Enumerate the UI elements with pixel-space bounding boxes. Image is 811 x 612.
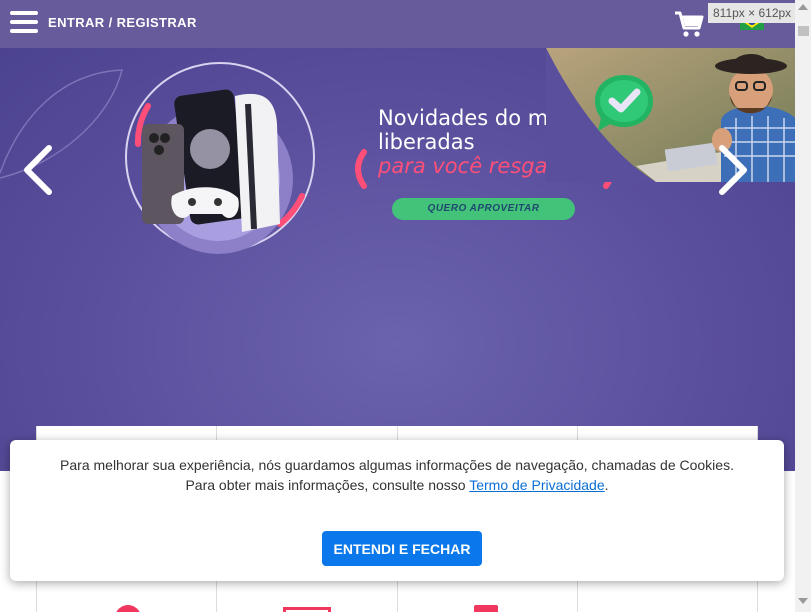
whatsapp-check-icon xyxy=(595,75,653,131)
category-icon xyxy=(473,605,498,612)
login-register-link[interactable]: ENTRAR / REGISTRAR xyxy=(48,15,197,30)
hero-headline: Novidades do mês liberadas xyxy=(378,106,573,154)
cookie-text: Para melhorar sua experiência, nós guard… xyxy=(60,457,734,473)
scroll-up-arrow-icon[interactable] xyxy=(798,4,808,10)
cta-button[interactable]: QUERO APROVEITAR xyxy=(392,198,575,220)
cookie-privacy-line: Para obter mais informações, consulte no… xyxy=(50,475,744,495)
vertical-scrollbar[interactable] xyxy=(795,0,811,612)
viewport: ENTRAR / REGISTRAR 811px × 612px Novidad… xyxy=(0,0,811,612)
hero-banner[interactable]: Novidades do mês liberadas para você res… xyxy=(0,48,795,471)
bracket-left-decoration xyxy=(355,149,367,189)
accept-cookies-button[interactable]: ENTENDI E FECHAR xyxy=(322,531,482,566)
cookie-privacy-suffix: . xyxy=(604,477,609,493)
scroll-thumb[interactable] xyxy=(798,26,809,36)
leaf-decoration xyxy=(0,69,123,179)
products-illustration xyxy=(134,89,305,254)
menu-icon[interactable] xyxy=(10,11,38,33)
top-navbar: ENTRAR / REGISTRAR xyxy=(0,0,795,48)
privacy-policy-link[interactable]: Termo de Privacidade xyxy=(469,477,604,493)
category-icon xyxy=(115,605,141,612)
cookie-privacy-prefix: Para obter mais informações, consulte no… xyxy=(185,477,470,493)
cart-icon[interactable] xyxy=(674,10,704,38)
category-icon xyxy=(283,607,332,612)
chevron-left-icon[interactable] xyxy=(21,144,55,196)
scroll-down-arrow-icon[interactable] xyxy=(798,598,808,604)
hero-photo xyxy=(546,48,795,182)
cookie-consent-banner: Para melhorar sua experiência, nós guard… xyxy=(10,440,784,581)
chevron-right-icon[interactable] xyxy=(716,144,750,196)
